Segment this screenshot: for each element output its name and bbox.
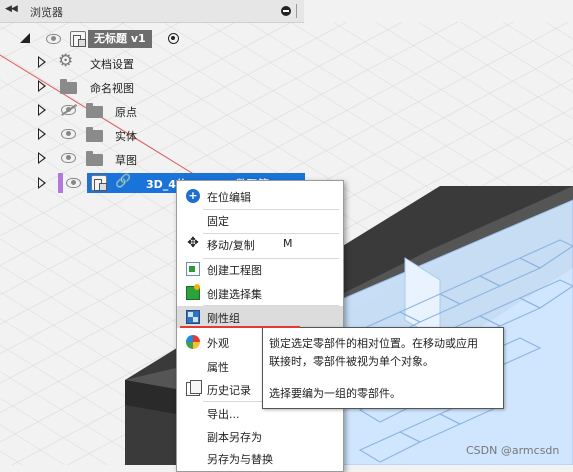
- collapse-panel-icon[interactable]: ◀◀: [5, 4, 18, 14]
- selection-indicator-stripe: [58, 173, 63, 193]
- history-icon: [186, 380, 202, 396]
- edit-in-place-icon: +: [186, 189, 200, 203]
- collapsed-chevron-icon[interactable]: [38, 80, 46, 92]
- tree-item-label: 命名视图: [90, 82, 134, 95]
- watermark: CSDN @armcsdn: [466, 444, 560, 457]
- tree-root-row[interactable]: 无标题 v1: [0, 28, 200, 50]
- menu-item-label: 创建选择集: [207, 288, 262, 301]
- menu-item-label: 副本另存为: [207, 431, 262, 444]
- collapsed-chevron-icon[interactable]: [38, 152, 46, 164]
- component-icon: [70, 31, 86, 47]
- menu-item-save-copy-as[interactable]: 副本另存为: [177, 425, 343, 447]
- menu-item-label: 历史记录: [207, 384, 251, 397]
- browser-panel-title: 浏览器: [30, 6, 63, 19]
- folder-icon: [86, 151, 103, 166]
- move-icon: ✥: [187, 235, 199, 251]
- gear-icon: ⚙: [58, 51, 74, 71]
- folder-icon: [86, 103, 103, 118]
- menu-item-save-as-and-replace[interactable]: 另存为与替换: [177, 447, 343, 469]
- panel-divider: [296, 4, 297, 18]
- visibility-eye-icon[interactable]: [46, 34, 61, 44]
- menu-item-create-selection-set[interactable]: 创建选择集: [177, 282, 343, 304]
- expanded-chevron-icon[interactable]: [20, 33, 30, 43]
- drawing-icon: [186, 262, 200, 276]
- tree-item-origin[interactable]: 原点: [0, 99, 200, 121]
- menu-item-edit-in-place[interactable]: + 在位编辑: [177, 185, 343, 207]
- appearance-icon: [186, 335, 200, 349]
- tree-item-label: 文档设置: [90, 58, 134, 71]
- minimize-panel-button[interactable]: [281, 6, 291, 16]
- tree-item-sketches[interactable]: 草图: [0, 147, 200, 169]
- menu-item-move-copy[interactable]: ✥ 移动/复制 M: [177, 233, 343, 255]
- component-icon: [91, 175, 107, 191]
- collapsed-chevron-icon[interactable]: [38, 177, 46, 189]
- menu-item-rigid-group[interactable]: 刚性组: [177, 306, 343, 328]
- menu-item-shortcut: M: [283, 237, 293, 250]
- tree-item-label: 原点: [115, 106, 137, 119]
- tooltip-line: 锁定选定零部件的相对位置。在移动或应用: [269, 337, 478, 350]
- menu-item-label: 在位编辑: [207, 191, 251, 204]
- menu-item-label: 导出...: [207, 408, 240, 421]
- collapsed-chevron-icon[interactable]: [38, 104, 46, 116]
- tree-item-document-settings[interactable]: ⚙ 文档设置: [0, 51, 200, 73]
- activate-radio-icon[interactable]: [168, 33, 179, 44]
- menu-item-create-drawing[interactable]: 创建工程图: [177, 258, 343, 280]
- visibility-eye-icon[interactable]: [61, 153, 76, 163]
- menu-item-label: 刚性组: [207, 312, 240, 325]
- collapsed-chevron-icon[interactable]: [38, 128, 46, 140]
- tree-item-bodies[interactable]: 实体: [0, 123, 200, 145]
- tree-item-named-views[interactable]: 命名视图: [0, 75, 200, 97]
- folder-icon: [86, 127, 103, 142]
- browser-panel-header: ◀◀ 浏览器: [0, 0, 304, 23]
- tooltip-line: 联接时，零部件被视为单个对象。: [269, 355, 434, 368]
- menu-item-label: 固定: [207, 215, 229, 228]
- visibility-eye-icon[interactable]: [66, 178, 81, 188]
- link-icon: 🔗: [115, 174, 132, 189]
- menu-item-label: 属性: [207, 361, 229, 374]
- selection-set-icon: [186, 284, 200, 300]
- rigid-group-icon: [186, 310, 200, 324]
- tree-item-label: 实体: [115, 130, 137, 143]
- root-document-label[interactable]: 无标题 v1: [88, 30, 152, 48]
- tooltip-line: 选择要编为一组的零部件。: [269, 387, 401, 400]
- visibility-eye-icon[interactable]: [61, 129, 76, 139]
- tooltip-pointer-line: [180, 326, 300, 328]
- menu-item-label: 创建工程图: [207, 264, 262, 277]
- menu-item-ground[interactable]: 固定: [177, 209, 343, 231]
- tree-item-label: 草图: [115, 154, 137, 167]
- folder-icon: [60, 79, 77, 94]
- menu-item-label: 移动/复制: [207, 239, 255, 252]
- menu-item-label: 外观: [207, 337, 229, 350]
- rigid-group-tooltip: 锁定选定零部件的相对位置。在移动或应用 联接时，零部件被视为单个对象。 选择要编…: [262, 327, 504, 409]
- hidden-eye-icon[interactable]: [61, 105, 76, 115]
- collapsed-chevron-icon[interactable]: [38, 56, 46, 68]
